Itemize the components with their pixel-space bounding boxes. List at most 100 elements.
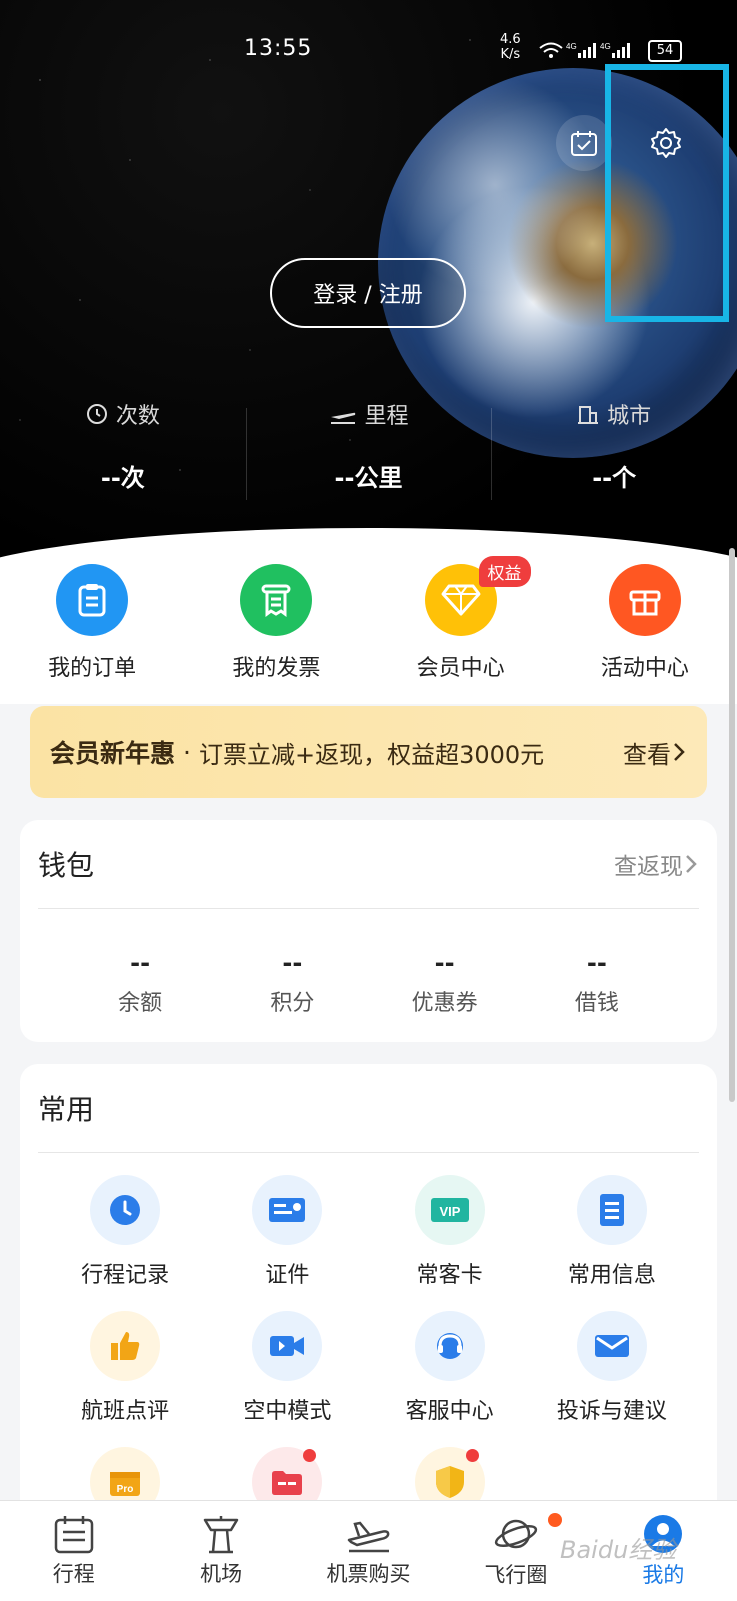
promo-banner[interactable]: 会员新年惠 · 订票立减+返现，权益超3000元 查看 bbox=[30, 706, 707, 798]
complaints-button[interactable]: 投诉与建议 bbox=[531, 1311, 693, 1425]
tab-flight-circle-label: 飞行圈 bbox=[484, 1563, 548, 1587]
promo-title: 会员新年惠 bbox=[50, 739, 176, 768]
profile-header: 13:55 4.6 K/s 4G 4G 54 登录 / 注册 次数 --次 里程… bbox=[0, 0, 737, 560]
customer-service-button[interactable]: 客服中心 bbox=[369, 1311, 531, 1425]
check-cashback-link[interactable]: 查返现 bbox=[614, 847, 683, 881]
highlight-box bbox=[605, 64, 729, 322]
common-header: 常用 bbox=[38, 1064, 699, 1153]
air-mode-button[interactable]: 空中模式 bbox=[206, 1311, 368, 1425]
trip-records-label: 行程记录 bbox=[81, 1263, 170, 1288]
wallet-loan-label: 借钱 bbox=[574, 991, 619, 1016]
wallet-items: -- 余额 -- 积分 -- 优惠券 -- 借钱 bbox=[20, 909, 717, 1017]
my-invoices-button[interactable]: 我的发票 bbox=[184, 560, 368, 704]
documents-button[interactable]: 证件 bbox=[206, 1175, 368, 1289]
stat-mileage: 里程 --公里 bbox=[245, 398, 492, 500]
tab-itinerary[interactable]: 行程 bbox=[0, 1501, 147, 1601]
clock-icon bbox=[90, 1175, 161, 1245]
stat-count-label-row: 次数 bbox=[0, 398, 246, 430]
wallet-loan[interactable]: -- 借钱 bbox=[521, 949, 673, 1017]
airport-tower-icon bbox=[203, 1516, 239, 1554]
member-center-button[interactable]: 权益 会员中心 bbox=[369, 556, 553, 704]
stats-row: 次数 --次 里程 --公里 城市 --个 bbox=[0, 398, 737, 500]
vip-card-icon: VIP bbox=[414, 1175, 485, 1245]
chevron-right-icon bbox=[686, 855, 697, 873]
stat-city-label: 城市 bbox=[607, 404, 652, 429]
wallet-card: 钱包 查返现 -- 余额 -- 积分 -- 优惠券 -- 借钱 bbox=[20, 820, 717, 1042]
activity-center-label: 活动中心 bbox=[600, 656, 689, 681]
stat-city-label-row: 城市 bbox=[491, 398, 737, 430]
net-speed-unit: K/s bbox=[500, 47, 521, 62]
stat-count-value: --次 bbox=[100, 464, 145, 492]
wallet-coupons-value: -- bbox=[434, 949, 455, 977]
building-icon bbox=[578, 406, 599, 424]
my-orders-label: 我的订单 bbox=[48, 656, 137, 681]
id-card-icon bbox=[252, 1175, 323, 1245]
common-card: 常用 行程记录 证件 VIP 常客卡 常用信息 航班点评 空中模式 客服中心 投… bbox=[20, 1064, 717, 1517]
stat-count-label: 次数 bbox=[115, 404, 160, 429]
common-info-button[interactable]: 常用信息 bbox=[531, 1175, 693, 1289]
plane-takeoff-icon bbox=[347, 1521, 389, 1553]
stat-city-value: --个 bbox=[592, 464, 637, 492]
battery-icon: 54 bbox=[648, 40, 682, 62]
status-net-speed: 4.6 K/s bbox=[500, 32, 521, 62]
wallet-header: 钱包 查返现 bbox=[38, 820, 699, 909]
receipt-icon bbox=[240, 564, 313, 636]
wallet-coupons-label: 优惠券 bbox=[411, 991, 478, 1016]
signal-label-2: 4G bbox=[600, 42, 611, 51]
status-time: 13:55 bbox=[244, 36, 313, 61]
calendar-check-icon[interactable] bbox=[556, 115, 612, 171]
common-grid: 行程记录 证件 VIP 常客卡 常用信息 航班点评 空中模式 客服中心 投诉与建 bbox=[20, 1153, 717, 1539]
wallet-balance-label: 余额 bbox=[118, 991, 163, 1016]
trip-records-button[interactable]: 行程记录 bbox=[44, 1175, 206, 1289]
notification-dot bbox=[547, 1513, 562, 1527]
video-camera-icon bbox=[252, 1311, 323, 1381]
signal-icon: 4G 4G bbox=[538, 40, 643, 64]
customer-service-label: 客服中心 bbox=[405, 1399, 494, 1424]
mail-icon bbox=[576, 1311, 647, 1381]
wallet-balance[interactable]: -- 余额 bbox=[64, 949, 216, 1017]
tab-airport[interactable]: 机场 bbox=[147, 1501, 294, 1601]
watermark: Baidu经验 bbox=[560, 1536, 677, 1564]
gift-icon bbox=[608, 564, 681, 636]
tab-itinerary-label: 行程 bbox=[52, 1562, 95, 1586]
signal-label-1: 4G bbox=[566, 42, 577, 51]
wallet-points[interactable]: -- 积分 bbox=[216, 949, 368, 1017]
member-center-label: 会员中心 bbox=[416, 656, 505, 681]
common-title: 常用 bbox=[38, 1093, 95, 1126]
stat-city: 城市 --个 bbox=[491, 398, 737, 500]
promo-more-link[interactable]: 查看 bbox=[623, 735, 671, 770]
flight-review-label: 航班点评 bbox=[81, 1399, 170, 1424]
stat-mileage-value: --公里 bbox=[334, 464, 403, 492]
activity-center-button[interactable]: 活动中心 bbox=[553, 560, 737, 704]
wallet-loan-value: -- bbox=[586, 949, 607, 977]
flight-review-button[interactable]: 航班点评 bbox=[44, 1311, 206, 1425]
itinerary-icon bbox=[54, 1516, 93, 1554]
headset-icon bbox=[414, 1311, 485, 1381]
wallet-points-value: -- bbox=[282, 949, 303, 977]
scrollbar[interactable] bbox=[729, 548, 735, 1102]
thumbs-up-icon bbox=[90, 1311, 161, 1381]
wallet-title: 钱包 bbox=[38, 849, 95, 882]
documents-label: 证件 bbox=[265, 1263, 310, 1288]
my-orders-button[interactable]: 我的订单 bbox=[0, 560, 184, 704]
tab-airport-label: 机场 bbox=[200, 1562, 243, 1586]
frequent-flyer-card-label: 常客卡 bbox=[416, 1263, 483, 1288]
stat-mileage-label-row: 里程 bbox=[246, 398, 492, 430]
stat-count: 次数 --次 bbox=[0, 398, 246, 493]
wallet-balance-value: -- bbox=[130, 949, 151, 977]
wallet-points-label: 积分 bbox=[270, 991, 315, 1016]
document-icon bbox=[576, 1175, 647, 1245]
benefits-badge: 权益 bbox=[478, 556, 531, 587]
frequent-flyer-card-button[interactable]: VIP 常客卡 bbox=[369, 1175, 531, 1289]
svg-text:Pro: Pro bbox=[117, 1484, 134, 1495]
quick-actions: 我的订单 我的发票 权益 会员中心 活动中心 bbox=[0, 556, 737, 704]
tab-buy-tickets[interactable]: 机票购买 bbox=[295, 1501, 442, 1601]
wallet-coupons[interactable]: -- 优惠券 bbox=[369, 949, 521, 1017]
planet-icon bbox=[494, 1519, 538, 1549]
stat-mileage-label: 里程 bbox=[364, 404, 409, 429]
notification-dot bbox=[465, 1449, 479, 1462]
air-mode-label: 空中模式 bbox=[243, 1399, 332, 1424]
clipboard-icon bbox=[56, 564, 129, 636]
svg-text:VIP: VIP bbox=[439, 1204, 460, 1219]
login-register-button[interactable]: 登录 / 注册 bbox=[270, 258, 466, 328]
